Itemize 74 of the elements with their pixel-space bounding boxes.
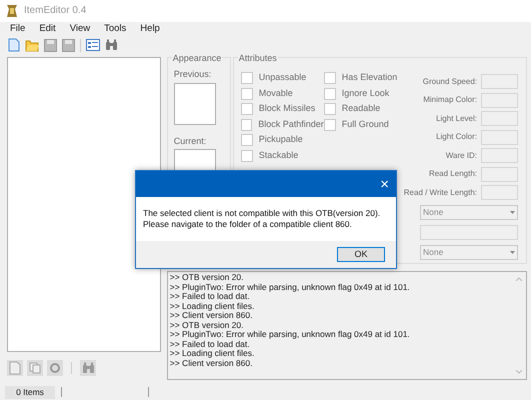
text-field[interactable] [481, 185, 518, 200]
window-title: ItemEditor 0.4 [24, 4, 86, 18]
duplicate-icon[interactable] [29, 362, 41, 374]
log-line: >> PluginTwo: Error while parsing, unknown flag 0x49 at id 101. [170, 330, 411, 340]
scroll-up-icon[interactable] [516, 277, 522, 282]
field-label: Ware ID: [446, 150, 477, 162]
checkbox-label: Ignore Look [342, 86, 390, 100]
field-label: Read Length: [428, 168, 477, 180]
log-line: >> OTB version 20. [170, 273, 244, 283]
checkbox-label: Full Ground [342, 118, 389, 131]
checkbox-label: Unpassable [258, 71, 306, 84]
text-field[interactable] [481, 92, 518, 108]
field-label: Previous: [174, 68, 212, 82]
checkbox-label: Movable [258, 86, 293, 100]
checkbox[interactable] [240, 88, 253, 100]
app-icon [5, 4, 19, 18]
checkbox[interactable] [240, 118, 252, 131]
log-line: >> OTB version 20. [170, 320, 244, 330]
close-button[interactable]: × [380, 176, 389, 192]
text-field[interactable] [481, 166, 518, 182]
checkbox[interactable] [324, 118, 336, 131]
log-line: >> Loading client files. [170, 349, 256, 359]
log-line: >> Client version 860. [170, 311, 254, 321]
log-line: >> PluginTwo: Error while parsing, unknown flag 0x49 at id 101. [170, 282, 411, 292]
new-file-icon[interactable] [8, 38, 20, 52]
save-icon[interactable] [44, 38, 57, 52]
new-item-icon[interactable] [9, 361, 21, 376]
binoculars-icon[interactable] [82, 362, 94, 374]
log-line: >> Loading client files. [170, 302, 256, 312]
checkbox[interactable] [324, 88, 336, 100]
status-item-count: 0 Items [5, 386, 55, 399]
caret-icon [510, 250, 515, 254]
menu-item[interactable]: Tools [104, 22, 126, 36]
caret-icon [510, 210, 515, 214]
folder-icon[interactable] [25, 38, 39, 52]
checkbox-label: Has Elevation [342, 71, 398, 84]
checkbox-label: Pickupable [258, 133, 303, 146]
reload-icon[interactable] [49, 362, 61, 374]
text-field[interactable] [420, 224, 518, 240]
text-field[interactable] [481, 74, 518, 90]
sprite-preview [174, 82, 216, 125]
text-field[interactable] [481, 130, 518, 145]
field-label: Light Color: [436, 131, 477, 144]
checkbox-label: Block Missiles [258, 102, 316, 116]
checkbox-label: Stackable [258, 148, 298, 162]
checkbox[interactable] [240, 134, 253, 146]
field-label: Minimap Color: [423, 94, 477, 106]
menu-item[interactable]: Help [140, 22, 160, 36]
field-label: Read / Write Length: [404, 186, 477, 199]
binoculars-icon[interactable] [105, 39, 118, 52]
checkbox[interactable] [324, 103, 336, 116]
group-title: Appearance [172, 52, 222, 66]
checkbox[interactable] [324, 72, 336, 84]
menu-item[interactable]: Edit [39, 22, 56, 36]
dialog-message: The selected client is not compatible with this OTB(version 20). Please navigate to the folder of a compatible client 860. [143, 208, 382, 230]
menu-item[interactable]: View [70, 22, 90, 36]
field-label: Light Level: [436, 112, 477, 125]
checkbox-label: Block Pathfinder [258, 118, 324, 131]
log-line: >> Client version 860. [170, 358, 254, 368]
ok-button[interactable]: OK [337, 247, 385, 262]
checkbox-label: Readable [342, 102, 380, 116]
text-field[interactable] [481, 111, 518, 126]
log-line: >> Failed to load dat. [170, 292, 251, 302]
menu-item[interactable]: File [10, 22, 26, 36]
checkbox[interactable] [240, 103, 253, 116]
save-all-icon[interactable] [62, 38, 75, 52]
checkbox[interactable] [240, 150, 253, 162]
checkbox[interactable] [240, 72, 253, 84]
text-field[interactable] [481, 148, 518, 164]
scroll-down-icon[interactable] [516, 370, 522, 374]
field-label: Current: [174, 134, 208, 148]
form-icon[interactable] [86, 39, 100, 52]
field-label: Ground Speed: [422, 76, 477, 88]
log-line: >> Failed to load dat. [170, 340, 251, 350]
